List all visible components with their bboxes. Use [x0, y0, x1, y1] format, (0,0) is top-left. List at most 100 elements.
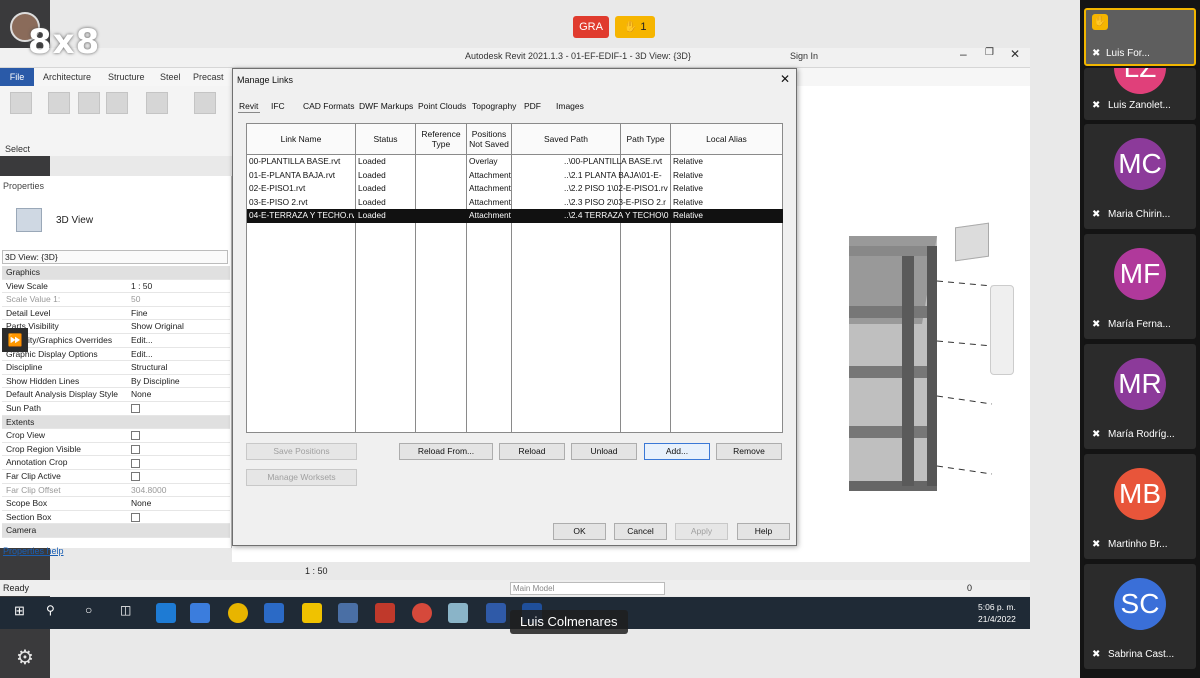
calculator-icon[interactable]	[338, 603, 358, 623]
tab-ifc[interactable]: IFC	[271, 101, 285, 111]
property-row[interactable]: Show Hidden Lines By Discipline	[2, 375, 230, 389]
ok-button[interactable]: OK	[553, 523, 606, 540]
window-close-icon[interactable]: ✕	[1010, 47, 1020, 61]
participant-tile[interactable]: MR ✖ María Rodríg...	[1084, 344, 1196, 449]
viewcube-icon[interactable]	[955, 222, 989, 262]
link-row[interactable]: 01-E-PLANTA BAJA.rvt Loaded Attachment ..\2…	[247, 169, 783, 183]
reload-button[interactable]: Reload	[499, 443, 565, 460]
property-value[interactable]: 1 : 50	[131, 280, 152, 294]
manage-worksets-button[interactable]: Manage Worksets	[246, 469, 357, 486]
reload-from-button[interactable]: Reload From...	[399, 443, 493, 460]
property-checkbox[interactable]	[131, 402, 140, 416]
property-checkbox[interactable]	[131, 443, 140, 457]
settings-gear-icon[interactable]: ⚙	[11, 644, 39, 672]
select-dropdown[interactable]: Select	[5, 144, 30, 154]
participant-tile[interactable]: MC ✖ Maria Chirin...	[1084, 124, 1196, 229]
property-checkbox[interactable]	[131, 470, 140, 484]
menu-steel[interactable]: Steel	[160, 72, 181, 82]
property-row[interactable]: Sun Path	[2, 402, 230, 416]
add-button[interactable]: Add...	[644, 443, 710, 460]
menu-file[interactable]: File	[0, 68, 34, 86]
property-value[interactable]: Edit...	[131, 348, 153, 362]
property-row[interactable]: Far Clip Offset 304.8000	[2, 484, 230, 498]
window-restore-icon[interactable]: ❐	[985, 47, 994, 58]
property-row[interactable]: View Scale 1 : 50	[2, 280, 230, 294]
chrome-profile-icon[interactable]	[412, 603, 432, 623]
col-reference-type[interactable]: Reference Type	[416, 124, 466, 155]
property-value[interactable]: None	[131, 497, 151, 511]
tab-dwf-markups[interactable]: DWF Markups	[359, 101, 413, 111]
workset-selector[interactable]: Main Model	[510, 582, 665, 595]
chrome-icon[interactable]	[228, 603, 248, 623]
participant-tile[interactable]: MF ✖ María Ferna...	[1084, 234, 1196, 339]
modify-tool-button[interactable]	[10, 92, 32, 114]
col-positions-not-saved[interactable]: Positions Not Saved	[467, 124, 511, 155]
tab-cad-formats[interactable]: CAD Formats	[303, 101, 354, 111]
menu-architecture[interactable]: Architecture	[43, 72, 91, 82]
unload-button[interactable]: Unload	[571, 443, 637, 460]
link-row[interactable]: 03-E-PISO 2.rvt Loaded Attachment ..\2.3 PI…	[247, 196, 783, 210]
acrobat-icon[interactable]	[375, 603, 395, 623]
type-selector[interactable]: 3D View: {3D}	[2, 250, 228, 264]
link-topography-button[interactable]	[146, 92, 168, 114]
property-checkbox[interactable]	[131, 429, 140, 443]
property-row[interactable]: Scale Value 1: 50	[2, 293, 230, 307]
dwf-markup-button[interactable]	[194, 92, 216, 114]
property-row[interactable]: Section Box	[2, 511, 230, 525]
mail-icon[interactable]	[264, 603, 284, 623]
fast-forward-icon[interactable]: ⏩	[2, 328, 28, 352]
col-saved-path[interactable]: Saved Path	[512, 124, 620, 155]
window-minimize-icon[interactable]: –	[960, 47, 967, 61]
save-positions-button[interactable]: Save Positions	[246, 443, 357, 460]
navigation-bar[interactable]	[990, 285, 1014, 375]
tab-topography[interactable]: Topography	[472, 101, 516, 111]
menu-structure[interactable]: Structure	[108, 72, 145, 82]
col-local-alias[interactable]: Local Alias	[671, 124, 782, 155]
property-row[interactable]: Graphic Display Options Edit...	[2, 348, 230, 362]
app-icon[interactable]	[448, 603, 468, 623]
participant-tile[interactable]: SC ✖ Sabrina Cast...	[1084, 564, 1196, 669]
checkbox[interactable]	[131, 445, 140, 455]
property-row[interactable]: Parts Visibility Show Original	[2, 320, 230, 334]
view-scale-label[interactable]: 1 : 50	[305, 566, 328, 576]
cancel-button[interactable]: Cancel	[614, 523, 667, 540]
property-value[interactable]: None	[131, 388, 151, 402]
property-value[interactable]: 50	[131, 293, 140, 307]
property-value[interactable]: Structural	[131, 361, 167, 375]
remove-button[interactable]: Remove	[716, 443, 782, 460]
property-value[interactable]: Show Original	[131, 320, 184, 334]
menu-precast[interactable]: Precast	[193, 72, 224, 82]
checkbox[interactable]	[131, 458, 140, 468]
property-value[interactable]: 304.8000	[131, 484, 166, 498]
cortana-icon[interactable]: ○	[85, 603, 92, 617]
link-revit-button[interactable]	[48, 92, 70, 114]
property-value[interactable]: By Discipline	[131, 375, 180, 389]
file-explorer-icon[interactable]	[302, 603, 322, 623]
participant-tile-active[interactable]: ✋ Luis For... ✖	[1084, 8, 1196, 66]
participant-tile[interactable]: LZ ✖ Luis Zanolet...	[1084, 68, 1196, 120]
col-status[interactable]: Status	[356, 124, 415, 155]
property-value[interactable]: Fine	[131, 307, 148, 321]
tab-revit[interactable]: Revit	[239, 101, 258, 111]
checkbox[interactable]	[131, 431, 140, 441]
col-path-type[interactable]: Path Type	[621, 124, 670, 155]
link-ifc-button[interactable]	[78, 92, 100, 114]
checkbox[interactable]	[131, 404, 140, 414]
store-icon[interactable]	[190, 603, 210, 623]
recording-badge[interactable]: GRA	[573, 16, 609, 38]
properties-help-link[interactable]: Properties help	[3, 546, 64, 556]
task-view-icon[interactable]: ◫	[120, 603, 131, 617]
sign-in-link[interactable]: Sign In	[790, 51, 818, 61]
apply-button[interactable]: Apply	[675, 523, 728, 540]
property-checkbox[interactable]	[131, 511, 140, 525]
property-row[interactable]: Crop Region Visible	[2, 443, 230, 457]
property-row[interactable]: Crop View	[2, 429, 230, 443]
link-row[interactable]: 02-E-PISO1.rvt Loaded Attachment ..\2.2 PIS…	[247, 182, 783, 196]
property-row[interactable]: Far Clip Active	[2, 470, 230, 484]
help-button[interactable]: Help	[737, 523, 790, 540]
link-row[interactable]: 00-PLANTILLA BASE.rvt Loaded Overlay ..\00-…	[247, 155, 783, 169]
checkbox[interactable]	[131, 513, 140, 523]
onenote-icon[interactable]	[486, 603, 506, 623]
property-row[interactable]: Scope Box None	[2, 497, 230, 511]
edge-icon[interactable]	[156, 603, 176, 623]
